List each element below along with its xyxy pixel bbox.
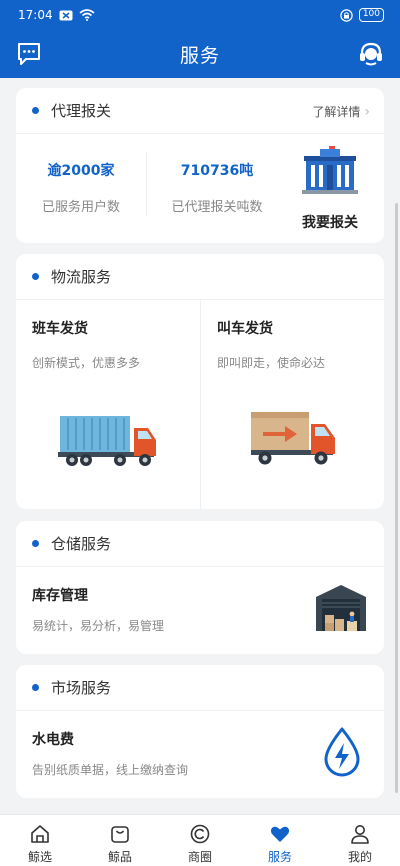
learn-more-link[interactable]: 了解详情 ›: [312, 103, 370, 120]
service-list[interactable]: 代理报关 了解详情 › 逾2000家 已服务用户数 710736吨 已代理报关吨…: [0, 78, 400, 814]
tab-business-circle-label: 商圈: [187, 850, 212, 864]
status-bar: 17:04 100: [0, 0, 400, 30]
user-icon: [351, 825, 369, 844]
logistics-section-title: 物流服务: [51, 268, 112, 286]
logistics-body: 班车发货 创新模式，优惠多多 叫车发货 即叫即走，使命必达: [16, 300, 384, 509]
call-truck-title: 叫车发货: [217, 321, 273, 337]
customer-service-icon[interactable]: [358, 41, 384, 67]
battery-indicator: 100: [358, 8, 384, 22]
tab-home[interactable]: 鲸选: [0, 815, 80, 866]
tab-business-circle[interactable]: 商圈: [160, 815, 240, 866]
call-truck-subtitle: 即叫即走，使命必达: [217, 356, 326, 370]
bag-icon: [111, 826, 129, 843]
heart-icon: [270, 826, 290, 842]
container-truck-icon: [58, 416, 156, 466]
section-dot: [32, 273, 39, 280]
shuttle-shipping-subtitle: 创新模式，优惠多多: [32, 356, 141, 370]
customs-stats: 逾2000家 已服务用户数 710736吨 已代理报关吨数 我要报关: [16, 134, 384, 243]
tab-home-label: 鲸选: [27, 850, 52, 864]
scrollbar-thumb[interactable]: [395, 203, 398, 793]
warehouse-icon: [316, 585, 366, 631]
home-icon: [31, 825, 49, 843]
page-title: 服务: [179, 44, 220, 67]
notification-icon: [59, 10, 73, 20]
market-section-title: 市场服务: [51, 679, 112, 697]
warehouse-card-header: 仓储服务: [16, 521, 384, 567]
bottom-tab-bar: 鲸选 鲸品 商圈 服务 我的: [0, 814, 400, 866]
customs-card-header: 代理报关 了解详情 ›: [16, 88, 384, 134]
tab-profile-label: 我的: [347, 850, 372, 864]
logistics-card: 物流服务 班车发货 创新模式，优惠多多 叫车发货 即叫即走，使命必达: [16, 254, 384, 509]
shuttle-shipping-option[interactable]: 班车发货 创新模式，优惠多多: [16, 300, 200, 509]
warehouse-card[interactable]: 仓储服务 库存管理 易统计，易分析，易管理: [16, 521, 384, 654]
utility-bill-subtitle: 告别纸质单据，线上缴纳查询: [32, 763, 189, 777]
stat-users: 逾2000家 已服务用户数: [24, 160, 138, 215]
nav-bar: 服务: [0, 30, 400, 78]
tab-products-label: 鲸品: [107, 850, 132, 864]
tab-service-label: 服务: [267, 850, 292, 864]
tab-profile[interactable]: 我的: [320, 815, 400, 866]
status-left: 17:04: [18, 8, 95, 22]
logistics-card-header: 物流服务: [16, 254, 384, 300]
delivery-truck-icon: [251, 412, 335, 465]
market-card-header: 市场服务: [16, 665, 384, 711]
chevron-right-icon: ›: [364, 103, 370, 120]
section-dot: [32, 684, 39, 691]
stat-users-value: 逾2000家: [47, 163, 115, 179]
stat-tons-value: 710736吨: [180, 163, 254, 179]
wifi-icon: [79, 9, 95, 21]
utility-bill-title: 水电费: [32, 732, 74, 748]
customs-section-title: 代理报关: [51, 102, 112, 120]
tab-products[interactable]: 鲸品: [80, 815, 160, 866]
market-card[interactable]: 市场服务 水电费 告别纸质单据，线上缴纳查询: [16, 665, 384, 798]
learn-more-label: 了解详情: [312, 105, 361, 119]
shuttle-shipping-title: 班车发货: [32, 321, 88, 337]
circle-icon: [190, 824, 210, 844]
section-dot: [32, 540, 39, 547]
call-truck-option[interactable]: 叫车发货 即叫即走，使命必达: [200, 300, 384, 509]
stat-tons-label: 已代理报关吨数: [171, 200, 263, 215]
warehouse-section-title: 仓储服务: [51, 535, 112, 553]
inventory-subtitle: 易统计，易分析，易管理: [32, 619, 165, 633]
message-icon[interactable]: [16, 41, 42, 67]
status-right: 100: [340, 8, 384, 22]
declare-customs-button[interactable]: 我要报关: [288, 212, 372, 232]
lock-status-icon: [340, 8, 353, 22]
stat-tons: 710736吨 已代理报关吨数: [154, 160, 280, 215]
customs-building-icon[interactable]: [300, 146, 360, 194]
status-time: 17:04: [18, 8, 53, 22]
stat-users-label: 已服务用户数: [41, 200, 120, 215]
customs-card: 代理报关 了解详情 › 逾2000家 已服务用户数 710736吨 已代理报关吨…: [16, 88, 384, 243]
water-electricity-icon: [324, 727, 360, 777]
section-dot: [32, 107, 39, 114]
inventory-title: 库存管理: [32, 588, 88, 604]
stat-divider: [146, 152, 147, 216]
tab-service[interactable]: 服务: [240, 815, 320, 866]
